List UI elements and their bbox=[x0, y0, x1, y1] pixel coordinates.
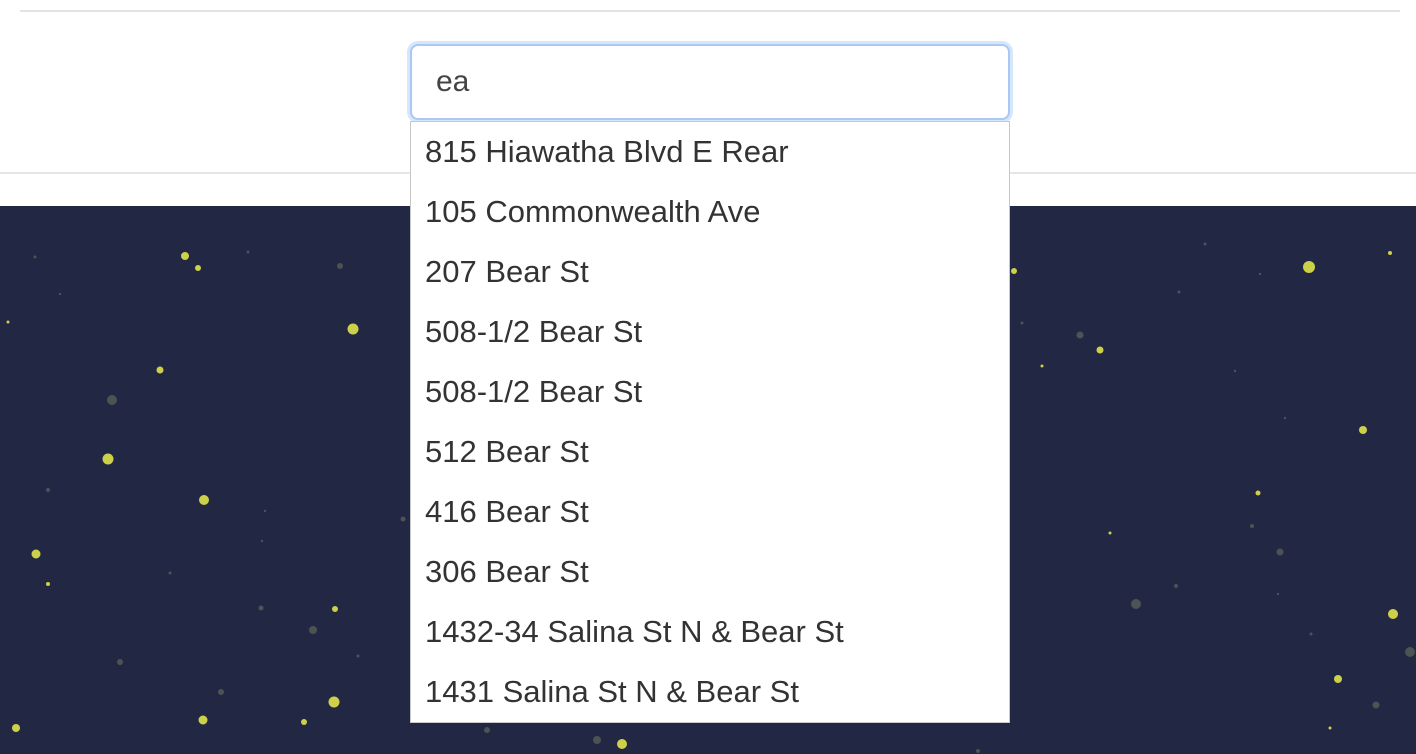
star-dot bbox=[1388, 609, 1398, 619]
search-container bbox=[410, 44, 1010, 120]
star-dot bbox=[58, 292, 62, 296]
star-dot bbox=[1011, 268, 1017, 274]
star-dot bbox=[107, 395, 117, 405]
star-dot bbox=[484, 727, 490, 733]
star-dot bbox=[258, 605, 264, 611]
star-dot bbox=[1388, 251, 1392, 255]
suggestion-item[interactable]: 306 Bear St bbox=[411, 542, 1009, 602]
star-dot bbox=[617, 739, 627, 749]
star-dot bbox=[6, 320, 10, 324]
star-dot bbox=[33, 255, 37, 259]
star-dot bbox=[332, 606, 338, 612]
suggestion-item[interactable]: 207 Bear St bbox=[411, 242, 1009, 302]
star-dot bbox=[1233, 369, 1237, 373]
star-dot bbox=[1255, 490, 1261, 496]
suggestion-item[interactable]: 416 Bear St bbox=[411, 482, 1009, 542]
star-dot bbox=[168, 571, 172, 575]
star-dot bbox=[1076, 331, 1084, 339]
star-dot bbox=[328, 696, 340, 708]
star-dot bbox=[260, 539, 264, 543]
star-dot bbox=[1276, 592, 1280, 596]
star-dot bbox=[347, 323, 359, 335]
star-dot bbox=[1177, 290, 1181, 294]
star-dot bbox=[263, 509, 267, 513]
autocomplete-dropdown: 815 Hiawatha Blvd E Rear 105 Commonwealt… bbox=[410, 121, 1010, 723]
star-dot bbox=[102, 453, 114, 465]
star-dot bbox=[1108, 531, 1112, 535]
star-dot bbox=[195, 265, 201, 271]
star-dot bbox=[1283, 416, 1287, 420]
star-dot bbox=[309, 626, 317, 634]
star-dot bbox=[1250, 524, 1254, 528]
star-dot bbox=[1174, 584, 1178, 588]
star-dot bbox=[356, 654, 360, 658]
suggestion-item[interactable]: 815 Hiawatha Blvd E Rear bbox=[411, 122, 1009, 182]
suggestion-item[interactable]: 1432-34 Salina St N & Bear St bbox=[411, 602, 1009, 662]
star-dot bbox=[337, 263, 343, 269]
suggestion-item[interactable]: 1431 Salina St N & Bear St bbox=[411, 662, 1009, 722]
star-dot bbox=[246, 250, 250, 254]
suggestion-item[interactable]: 105 Commonwealth Ave bbox=[411, 182, 1009, 242]
star-dot bbox=[1096, 346, 1104, 354]
star-dot bbox=[1040, 364, 1044, 368]
star-dot bbox=[976, 749, 980, 753]
star-dot bbox=[218, 689, 224, 695]
star-dot bbox=[301, 719, 307, 725]
star-dot bbox=[1020, 321, 1024, 325]
star-dot bbox=[199, 495, 209, 505]
star-dot bbox=[400, 516, 406, 522]
star-dot bbox=[1359, 426, 1367, 434]
star-dot bbox=[156, 366, 164, 374]
top-divider bbox=[20, 10, 1400, 12]
star-dot bbox=[1276, 548, 1284, 556]
suggestion-item[interactable]: 508-1/2 Bear St bbox=[411, 302, 1009, 362]
star-dot bbox=[1328, 726, 1332, 730]
address-search-input[interactable] bbox=[410, 44, 1010, 120]
star-dot bbox=[46, 488, 50, 492]
suggestion-item[interactable]: 508-1/2 Bear St bbox=[411, 362, 1009, 422]
star-dot bbox=[1334, 675, 1342, 683]
star-dot bbox=[181, 252, 189, 260]
star-dot bbox=[46, 582, 50, 586]
star-dot bbox=[1303, 261, 1315, 273]
star-dot bbox=[117, 659, 123, 665]
page: 815 Hiawatha Blvd E Rear 105 Commonwealt… bbox=[0, 0, 1416, 754]
star-dot bbox=[12, 724, 20, 732]
star-dot bbox=[1372, 701, 1380, 709]
star-dot bbox=[1258, 272, 1262, 276]
star-dot bbox=[1405, 647, 1415, 657]
suggestion-item[interactable]: 512 Bear St bbox=[411, 422, 1009, 482]
star-dot bbox=[198, 715, 208, 725]
star-dot bbox=[593, 736, 601, 744]
star-dot bbox=[1309, 632, 1313, 636]
star-dot bbox=[31, 549, 41, 559]
star-dot bbox=[1131, 599, 1141, 609]
star-dot bbox=[1203, 242, 1207, 246]
